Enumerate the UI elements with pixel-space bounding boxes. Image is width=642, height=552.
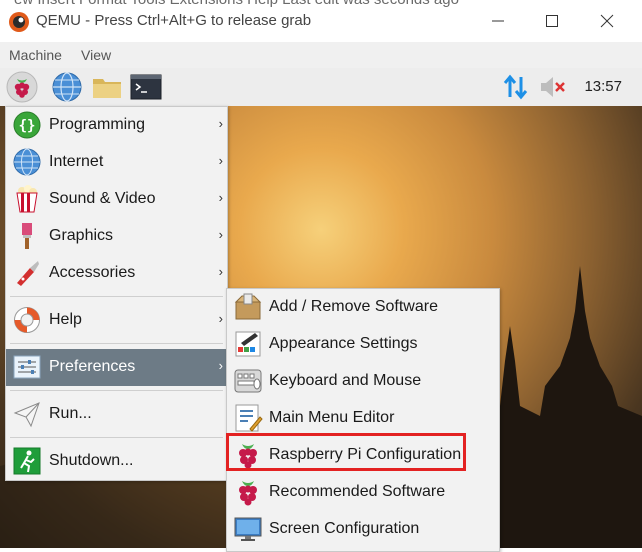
programming-icon: {} xyxy=(13,111,41,139)
menu-item-internet[interactable]: Internet › xyxy=(6,144,227,181)
menu-separator xyxy=(10,343,223,344)
menu-view[interactable]: View xyxy=(81,47,111,63)
menu-item-label: Programming xyxy=(49,116,146,133)
submenu-item-main-menu-editor[interactable]: Main Menu Editor xyxy=(227,400,499,437)
close-button[interactable] xyxy=(592,6,622,36)
menu-item-shutdown[interactable]: Shutdown... xyxy=(6,443,227,480)
submenu-item-screen-configuration[interactable]: Screen Configuration xyxy=(227,511,499,548)
menu-item-graphics[interactable]: Graphics › xyxy=(6,218,227,255)
popcorn-icon xyxy=(16,185,38,213)
menu-item-preferences[interactable]: Preferences › xyxy=(6,349,227,386)
menu-item-help[interactable]: Help › xyxy=(6,302,227,339)
menu-item-label: Shutdown... xyxy=(49,452,134,469)
window-title: QEMU - Press Ctrl+Alt+G to release grab xyxy=(36,12,312,29)
menu-separator xyxy=(10,390,223,391)
menu-item-programming[interactable]: {} Programming › xyxy=(6,107,227,144)
chevron-right-icon: › xyxy=(218,227,223,242)
folder-icon[interactable] xyxy=(91,71,123,103)
monitor-icon xyxy=(234,517,262,541)
menu-item-accessories[interactable]: Accessories › xyxy=(6,255,227,292)
terminal-icon[interactable] xyxy=(130,71,162,103)
submenu-item-add-remove-software[interactable]: Add / Remove Software xyxy=(227,289,499,326)
minimize-button[interactable] xyxy=(483,6,513,36)
network-updown-icon[interactable] xyxy=(500,71,532,103)
submenu-item-label: Keyboard and Mouse xyxy=(269,372,422,389)
globe-icon[interactable] xyxy=(51,71,83,103)
start-menu: {} Programming › Internet › Sound & Vide… xyxy=(5,106,228,481)
pocketknife-icon xyxy=(17,261,39,286)
pi-taskbar: 13:57 xyxy=(0,68,642,107)
menu-item-label: Help xyxy=(49,311,82,328)
menu-item-label: Internet xyxy=(49,153,104,170)
submenu-item-recommended-software[interactable]: Recommended Software xyxy=(227,474,499,511)
paper-plane-icon xyxy=(13,402,40,428)
lifebuoy-icon xyxy=(14,307,40,333)
minimize-icon xyxy=(492,20,504,22)
highlight-box xyxy=(226,433,466,471)
menu-item-label: Accessories xyxy=(49,264,136,281)
menu-editor-icon xyxy=(235,404,263,432)
keyboard-mouse-icon xyxy=(234,369,262,393)
maximize-icon xyxy=(546,15,558,27)
qemu-logo-icon xyxy=(9,12,29,32)
menu-machine[interactable]: Machine xyxy=(9,47,62,63)
menu-item-sound-video[interactable]: Sound & Video › xyxy=(6,181,227,218)
background-app-menubar-text: ew Insert Format Tools Extensions Help L… xyxy=(14,0,459,8)
package-icon xyxy=(234,293,262,320)
menu-item-run[interactable]: Run... xyxy=(6,396,227,433)
preferences-sliders-icon xyxy=(13,355,41,379)
internet-globe-icon xyxy=(13,148,41,176)
chevron-right-icon: › xyxy=(218,153,223,168)
submenu-item-label: Main Menu Editor xyxy=(269,409,395,426)
chevron-right-icon: › xyxy=(218,190,223,205)
submenu-item-appearance-settings[interactable]: Appearance Settings xyxy=(227,326,499,363)
menu-item-label: Run... xyxy=(49,405,92,422)
menu-item-label: Sound & Video xyxy=(49,190,156,207)
submenu-item-label: Add / Remove Software xyxy=(269,298,438,315)
submenu-item-keyboard-mouse[interactable]: Keyboard and Mouse xyxy=(227,363,499,400)
chevron-right-icon: › xyxy=(218,116,223,131)
volume-muted-icon[interactable] xyxy=(537,71,569,103)
chevron-right-icon: › xyxy=(218,264,223,279)
menu-separator xyxy=(10,296,223,297)
submenu-item-label: Appearance Settings xyxy=(269,335,418,352)
menu-item-label: Preferences xyxy=(49,358,136,375)
raspberry-icon xyxy=(239,481,257,506)
taskbar-clock[interactable]: 13:57 xyxy=(584,78,622,95)
exit-runner-icon xyxy=(13,447,41,475)
close-icon xyxy=(600,14,614,28)
qemu-menubar: Machine View xyxy=(0,42,642,68)
appearance-palette-icon xyxy=(235,331,261,357)
menu-item-label: Graphics xyxy=(49,227,114,244)
preferences-submenu: Add / Remove Software Appearance Setting… xyxy=(226,288,500,552)
chevron-right-icon: › xyxy=(218,311,223,326)
menu-separator xyxy=(10,437,223,438)
paintbrush-icon xyxy=(22,223,32,249)
window-titlebar: ew Insert Format Tools Extensions Help L… xyxy=(0,0,642,42)
svg-text:{}: {} xyxy=(19,118,36,134)
chevron-right-icon: › xyxy=(218,358,223,373)
submenu-item-label: Recommended Software xyxy=(269,483,446,500)
maximize-button[interactable] xyxy=(537,6,567,36)
raspberry-menu-icon[interactable] xyxy=(6,71,38,103)
submenu-item-label: Screen Configuration xyxy=(269,520,420,537)
